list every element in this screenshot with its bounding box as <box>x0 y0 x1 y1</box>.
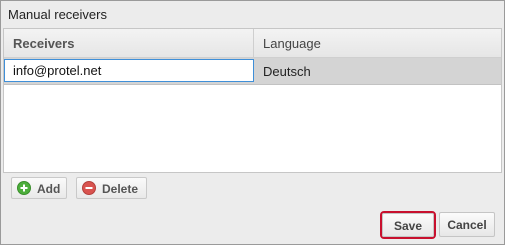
dialog-title: Manual receivers <box>1 1 504 27</box>
delete-button-label: Delete <box>102 182 139 196</box>
delete-button[interactable]: Delete <box>76 177 147 199</box>
receivers-grid: Receivers Language Deutsch <box>3 28 502 173</box>
cancel-button[interactable]: Cancel <box>439 212 495 237</box>
receiver-email-input[interactable] <box>4 59 254 82</box>
add-button-label: Add <box>37 182 61 196</box>
column-header-language[interactable]: Language <box>254 29 501 57</box>
column-header-receivers[interactable]: Receivers <box>4 29 254 57</box>
plus-circle-icon <box>17 181 31 195</box>
manual-receivers-dialog: Manual receivers Receivers Language Deut… <box>0 0 505 245</box>
minus-circle-icon <box>82 181 96 195</box>
grid-header: Receivers Language <box>4 29 501 58</box>
table-row[interactable]: Deutsch <box>4 58 501 85</box>
save-button[interactable]: Save <box>382 213 434 237</box>
language-cell[interactable]: Deutsch <box>254 58 501 84</box>
add-button[interactable]: Add <box>11 177 67 199</box>
